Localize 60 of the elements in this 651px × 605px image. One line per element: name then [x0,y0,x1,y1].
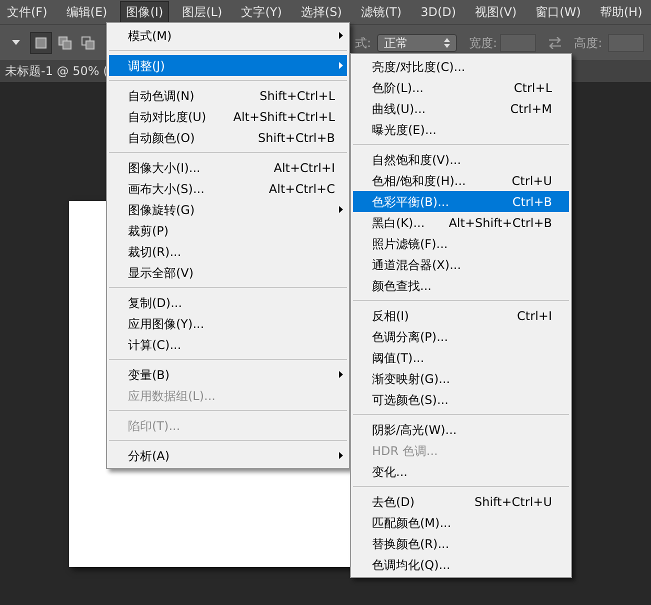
menu-item[interactable]: 可选颜色(S)... [353,389,569,410]
menu-bar-item[interactable]: 文件(F) [1,1,54,23]
updown-arrows-icon [444,38,450,48]
menu-item[interactable]: 裁切(R)... [109,241,347,262]
menu-item[interactable]: 变化... [353,461,569,482]
new-selection-icon[interactable] [30,32,52,54]
menu-bar-item[interactable]: 滤镜(T) [354,1,408,23]
menu-bar-item[interactable]: 图层(L) [176,1,228,23]
menu-bar-item[interactable]: 3D(D) [414,1,462,23]
menu-item[interactable]: 曝光度(E)... [353,119,569,140]
style-label: 式: [355,34,372,52]
menu-item[interactable]: 模式(M) [109,25,347,46]
menu-bar-item[interactable]: 帮助(H) [594,1,648,23]
menu-item[interactable]: 色调分离(P)... [353,326,569,347]
menu-item[interactable]: 自然饱和度(V)... [353,149,569,170]
menu-item[interactable]: 计算(C)... [109,334,347,355]
menu-item[interactable]: 应用图像(Y)... [109,313,347,334]
menu-item[interactable]: 渐变映射(G)... [353,368,569,389]
menu-bar-item[interactable]: 选择(S) [294,1,348,23]
menu-bar-item[interactable]: 图像(I) [120,1,170,23]
menu-item[interactable]: 复制(D)... [109,292,347,313]
height-label: 高度: [574,34,602,52]
menu-item[interactable]: 去色(D) Shift+Ctrl+U [353,491,569,512]
menu-item[interactable]: 通道混合器(X)... [353,254,569,275]
menu-item[interactable]: 反相(I) Ctrl+I [353,305,569,326]
width-label: 宽度: [469,34,498,52]
dropdown-caret-icon[interactable] [12,40,20,45]
menu-item[interactable]: 显示全部(V) [109,262,347,283]
menu-item[interactable]: 调整(J) [109,55,347,76]
menu-item[interactable]: 曲线(U)... Ctrl+M [353,98,569,119]
menu-item[interactable]: 画布大小(S)... Alt+Ctrl+C [109,178,347,199]
menu-item[interactable]: 色彩平衡(B)... Ctrl+B [353,191,569,212]
swap-icon[interactable] [548,36,562,48]
menu-item[interactable]: 裁剪(P) [109,220,347,241]
menu-bar-item[interactable]: 窗口(W) [530,1,587,23]
menu-item[interactable]: 色相/饱和度(H)... Ctrl+U [353,170,569,191]
menu-item[interactable]: 阴影/高光(W)... [353,419,569,440]
menu-bar-item[interactable]: 视图(V) [469,1,523,23]
menu-item[interactable]: 阈值(T)... [353,347,569,368]
menu-item[interactable]: 自动色调(N) Shift+Ctrl+L [109,85,347,106]
menu-item[interactable]: 颜色查找... [353,275,569,296]
menu-item[interactable]: 图像旋转(G) [109,199,347,220]
width-field[interactable] [500,34,536,52]
menu-item[interactable]: 自动颜色(O) Shift+Ctrl+B [109,127,347,148]
style-select[interactable]: 正常 [377,34,458,52]
menu-item[interactable]: 亮度/对比度(C)... [353,56,569,77]
menu-bar-item[interactable]: 编辑(E) [60,1,114,23]
subtract-squares-icon[interactable] [81,36,95,50]
menu-item[interactable]: 图像大小(I)... Alt+Ctrl+I [109,157,347,178]
menu-item[interactable]: 自动对比度(U) Alt+Shift+Ctrl+L [109,106,347,127]
menu-bar-item[interactable]: 文字(Y) [235,1,288,23]
menu-item[interactable]: 照片滤镜(F)... [353,233,569,254]
menu-item[interactable]: 分析(A) [109,445,347,466]
menu-item[interactable]: 变量(B) [109,364,347,385]
menu-item[interactable]: 匹配颜色(M)... [353,512,569,533]
menu-item[interactable]: 色阶(L)... Ctrl+L [353,77,569,98]
menu-item[interactable]: 色调均化(Q)... [353,554,569,575]
menu-item[interactable]: 替换颜色(R)... [353,533,569,554]
menu-item[interactable]: 黑白(K)... Alt+Shift+Ctrl+B [353,212,569,233]
overlapping-squares-icon[interactable] [58,36,72,50]
